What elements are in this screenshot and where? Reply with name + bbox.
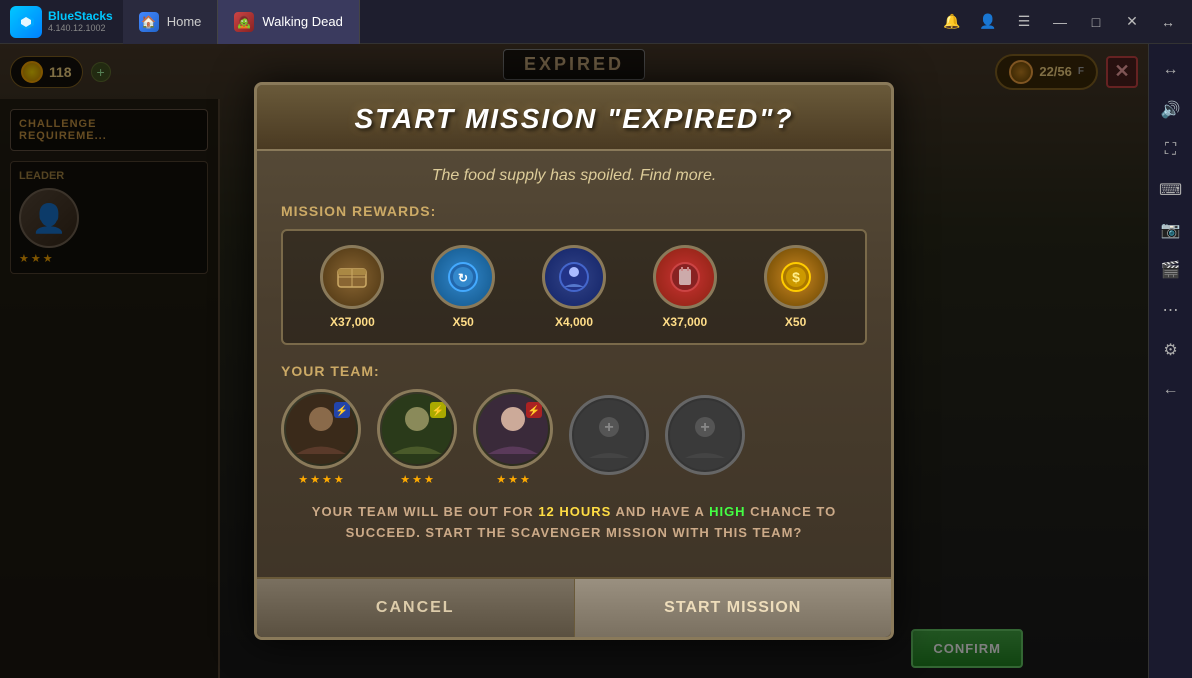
svg-text:+: + (700, 419, 709, 436)
member-3-avatar: ⚡ (473, 389, 553, 469)
svg-text:⚡: ⚡ (336, 404, 348, 417)
game-tab-icon: 🧟 (234, 12, 254, 32)
member-3-stars: ★★★ (496, 473, 530, 486)
sidebar-camera-icon[interactable]: 📷 (1155, 214, 1187, 246)
home-tab-icon: 🏠 (139, 12, 159, 32)
modal-overlay: START MISSION "EXPIRED"? The food supply… (0, 44, 1148, 678)
team-member-2: ⚡ ★★★ (377, 389, 457, 486)
sidebar-expand-icon[interactable]: ↔ (1155, 54, 1187, 86)
tab-home-label: Home (167, 14, 202, 29)
team-member-4: + (569, 395, 649, 479)
cancel-button[interactable]: CANCEL (257, 579, 575, 637)
modal-body: The food supply has spoiled. Find more. … (257, 151, 891, 578)
menu-icon[interactable]: ☰ (1010, 8, 1038, 36)
token-reward-amount: X50 (453, 315, 474, 329)
rewards-label: MISSION REWARDS: (281, 203, 867, 219)
maximize-button[interactable]: □ (1082, 8, 1110, 36)
bluestacks-version-text: BlueStacks 4.140.12.1002 (48, 9, 113, 34)
supply-reward-icon (320, 245, 384, 309)
bluestacks-topbar: BlueStacks 4.140.12.1002 🏠 Home 🧟 Walkin… (0, 0, 1192, 44)
reward-gold: $ X50 (764, 245, 828, 329)
token-reward-icon: ↻ (431, 245, 495, 309)
modal-footer: CANCEL START MISSION (257, 577, 891, 637)
sidebar-back-icon[interactable]: ← (1155, 374, 1187, 406)
mission-modal: START MISSION "EXPIRED"? The food supply… (254, 82, 894, 641)
game-area: 118 + EXPIRED 22/56 F ✕ CHALLENGE REQUIR… (0, 44, 1148, 678)
notification-icon[interactable]: 🔔 (938, 8, 966, 36)
tab-home[interactable]: 🏠 Home (123, 0, 219, 44)
sidebar-video-icon[interactable]: 🎬 (1155, 254, 1187, 286)
tab-walking-dead[interactable]: 🧟 Walking Dead (218, 0, 359, 44)
svg-text:$: $ (792, 269, 800, 285)
reward-supply: X37,000 (320, 245, 384, 329)
team-member-5: + (665, 395, 745, 479)
account-icon[interactable]: 👤 (974, 8, 1002, 36)
member-1-stars: ★★★★ (298, 473, 344, 486)
team-members-row: ⚡ ★★★★ (281, 389, 867, 486)
food-reward-icon (653, 245, 717, 309)
svg-text:⚡: ⚡ (528, 404, 540, 417)
bluestacks-logo-icon (10, 6, 42, 38)
gold-reward-amount: X50 (785, 315, 806, 329)
team-section: YOUR TEAM: ⚡ (281, 363, 867, 486)
food-reward-amount: X37,000 (662, 315, 707, 329)
svg-text:↻: ↻ (458, 271, 468, 285)
window-controls: 🔔 👤 ☰ — □ ✕ ↔ (928, 8, 1192, 36)
team-member-1: ⚡ ★★★★ (281, 389, 361, 486)
member-2-stars: ★★★ (400, 473, 434, 486)
start-mission-button[interactable]: START MISSION (575, 579, 892, 637)
team-label: YOUR TEAM: (281, 363, 867, 379)
close-button[interactable]: ✕ (1118, 8, 1146, 36)
right-sidebar: ↔ 🔊 ⛶ ⌨ 📷 🎬 ⋯ ⚙ ← (1148, 44, 1192, 678)
gold-reward-icon: $ (764, 245, 828, 309)
sidebar-volume-icon[interactable]: 🔊 (1155, 94, 1187, 126)
sidebar-more-icon[interactable]: ⋯ (1155, 294, 1187, 326)
scout-reward-icon (542, 245, 606, 309)
member-5-avatar: + (665, 395, 745, 475)
expand-icon[interactable]: ↔ (1154, 8, 1182, 36)
mission-description: The food supply has spoiled. Find more. (281, 167, 867, 185)
reward-food: X37,000 (653, 245, 717, 329)
rewards-container: X37,000 ↻ X50 (281, 229, 867, 345)
sidebar-keyboard-icon[interactable]: ⌨ (1155, 174, 1187, 206)
sidebar-fullscreen-icon[interactable]: ⛶ (1155, 134, 1187, 166)
member-2-avatar: ⚡ (377, 389, 457, 469)
supply-reward-amount: X37,000 (330, 315, 375, 329)
svg-text:⚡: ⚡ (432, 404, 444, 417)
tab-walking-dead-label: Walking Dead (262, 14, 342, 29)
reward-token: ↻ X50 (431, 245, 495, 329)
tab-bar: 🏠 Home 🧟 Walking Dead (123, 0, 928, 44)
member-1-avatar: ⚡ (281, 389, 361, 469)
svg-text:+: + (604, 419, 613, 436)
modal-title: START MISSION "EXPIRED"? (277, 103, 871, 135)
scout-reward-amount: X4,000 (555, 315, 593, 329)
reward-scout: X4,000 (542, 245, 606, 329)
minimize-button[interactable]: — (1046, 8, 1074, 36)
member-4-avatar: + (569, 395, 649, 475)
modal-header: START MISSION "EXPIRED"? (257, 85, 891, 151)
bluestacks-logo: BlueStacks 4.140.12.1002 (0, 6, 123, 38)
team-member-3: ⚡ ★★★ (473, 389, 553, 486)
success-text: YOUR TEAM WILL BE OUT FOR 12 HOURS AND H… (281, 502, 867, 544)
sidebar-settings-icon[interactable]: ⚙ (1155, 334, 1187, 366)
